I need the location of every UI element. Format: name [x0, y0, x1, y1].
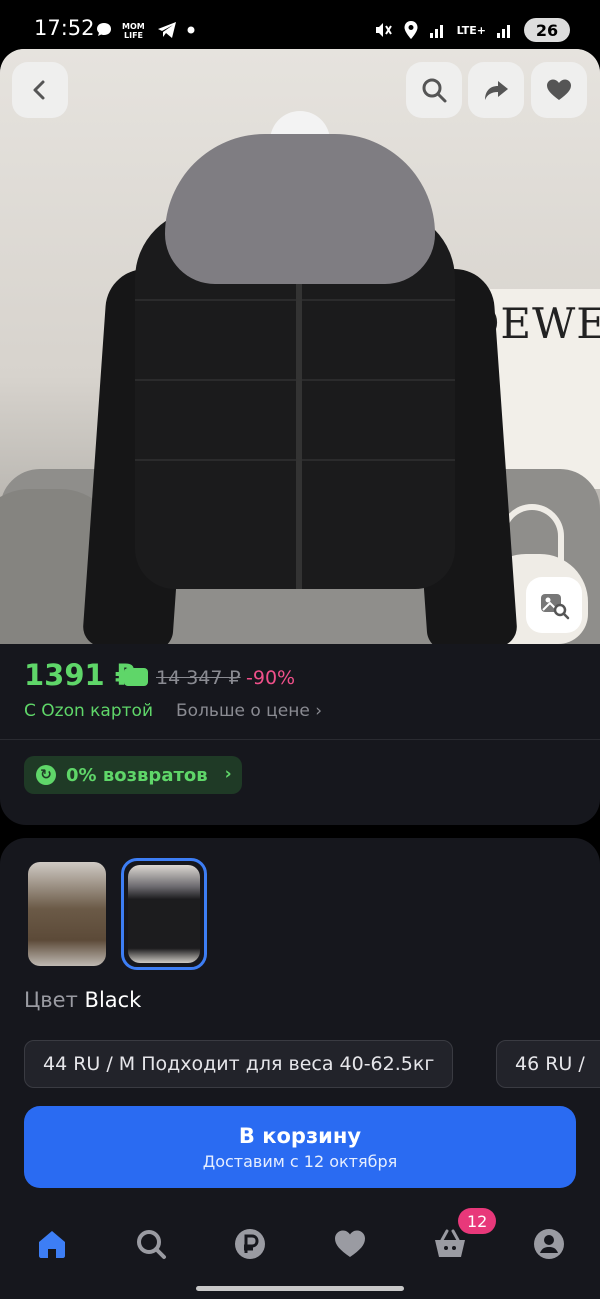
search-icon — [422, 78, 447, 103]
bottom-navigation: 12 — [0, 1208, 600, 1299]
search-icon — [137, 1230, 166, 1259]
color-label-text: Цвет — [24, 988, 78, 1012]
color-value: Black — [84, 988, 142, 1012]
search-button[interactable] — [406, 62, 462, 118]
signal-icon — [429, 25, 443, 38]
divider — [0, 739, 600, 740]
returns-label: 0% возвратов — [66, 764, 208, 786]
return-icon: ↻ — [36, 765, 56, 785]
status-time: 17:52 — [34, 16, 95, 40]
returns-badge[interactable]: ↻ 0% возвратов › — [24, 756, 242, 794]
battery-icon: 26 — [524, 18, 570, 42]
signal-icon — [497, 25, 510, 38]
nav-finance[interactable] — [230, 1224, 270, 1264]
back-button[interactable] — [12, 62, 68, 118]
more-about-price-link[interactable]: Больше о цене › — [176, 701, 322, 721]
nav-search[interactable] — [131, 1224, 171, 1264]
fur-collar — [165, 134, 435, 284]
profile-icon — [534, 1229, 564, 1259]
ruble-icon — [235, 1229, 265, 1259]
heart-icon — [335, 1230, 365, 1257]
add-to-cart-label: В корзину — [238, 1123, 362, 1148]
price-section: 1391 ₽ 14 347 ₽ -90% С Ozon картой Больш… — [0, 644, 600, 825]
size-option[interactable]: 46 RU / — [496, 1040, 600, 1088]
color-label: Цвет Black — [24, 988, 141, 1012]
nav-favorites[interactable] — [330, 1224, 370, 1264]
delivery-date: Доставим с 12 октября — [202, 1151, 398, 1171]
current-price: 1391 ₽ — [24, 658, 135, 692]
variant-section: Цвет Black 44 RU / M Подходит для веса 4… — [0, 838, 600, 1208]
chat-icon — [97, 23, 111, 36]
ozon-card-label: С Ozon картой — [24, 701, 153, 721]
momlife-icon: MOMLIFE — [122, 22, 145, 40]
cart-icon — [435, 1229, 465, 1257]
cart-count-badge: 12 — [458, 1208, 497, 1234]
old-price: 14 347 ₽ — [156, 667, 241, 689]
visual-search-icon — [541, 594, 570, 620]
variant-thumb-brown[interactable] — [24, 858, 110, 970]
telegram-icon — [158, 22, 176, 38]
nav-profile[interactable] — [529, 1224, 569, 1264]
location-icon — [404, 21, 418, 39]
battery-level: 26 — [535, 20, 559, 40]
product-photo[interactable]: OEWE — [0, 49, 600, 644]
add-to-cart-button[interactable]: В корзину Доставим с 12 октября — [24, 1106, 576, 1188]
discount-badge: -90% — [246, 667, 296, 689]
nav-home[interactable] — [32, 1224, 72, 1264]
mute-icon — [375, 23, 392, 37]
dot-icon — [187, 26, 195, 34]
variant-thumb-black[interactable] — [121, 858, 207, 970]
visual-search-button[interactable] — [526, 577, 582, 633]
favorite-button[interactable] — [531, 62, 587, 118]
network-type: LTE+ — [456, 23, 486, 37]
svg-text:MOM: MOM — [122, 22, 145, 31]
more-about-price-label: Больше о цене — [176, 701, 310, 721]
svg-text:LIFE: LIFE — [124, 31, 143, 40]
home-icon — [39, 1231, 65, 1258]
chevron-right-icon: › — [224, 764, 232, 784]
home-indicator[interactable] — [196, 1286, 404, 1291]
back-icon — [33, 80, 45, 100]
share-icon — [485, 81, 508, 100]
share-button[interactable] — [468, 62, 524, 118]
heart-icon — [547, 79, 571, 100]
jacket-zipper — [296, 269, 302, 589]
size-option[interactable]: 44 RU / M Подходит для веса 40-62.5кг — [24, 1040, 454, 1088]
chevron-right-icon: › — [315, 701, 322, 721]
ozon-card-icon — [124, 668, 148, 686]
